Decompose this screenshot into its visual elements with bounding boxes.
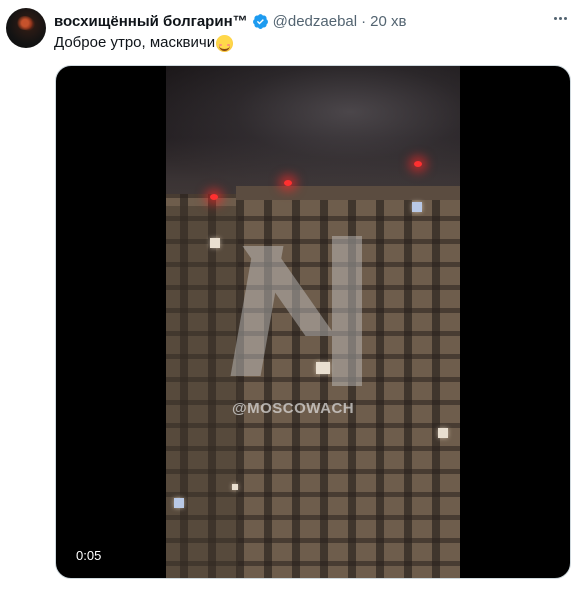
- watermark-logo-icon: [230, 236, 376, 396]
- video-watermark: @MOSCOWACH: [232, 400, 355, 417]
- red-light: [210, 194, 218, 200]
- verified-badge-icon: [252, 13, 269, 30]
- smoke: [166, 66, 460, 196]
- video-player[interactable]: @MOSCOWACH 0:05: [55, 65, 571, 579]
- lit-window: [232, 484, 238, 490]
- red-light: [284, 180, 292, 186]
- separator-dot: ·: [361, 12, 367, 30]
- tweet-text: Доброе утро, масквичи: [54, 33, 234, 53]
- lit-window: [438, 428, 448, 438]
- dot: [563, 16, 567, 20]
- dot: [553, 16, 557, 20]
- video-duration: 0:05: [70, 546, 108, 565]
- avatar[interactable]: [6, 8, 46, 48]
- tweet-header: восхищённый болгарин™ @dedzaebal · 20 хв: [54, 10, 406, 32]
- red-light: [414, 161, 422, 167]
- video-frame[interactable]: @MOSCOWACH: [166, 66, 460, 578]
- tweet-timestamp[interactable]: 20 хв: [370, 13, 406, 30]
- tweet[interactable]: восхищённый болгарин™ @dedzaebal · 20 хв…: [0, 0, 582, 594]
- building-roof: [236, 186, 460, 200]
- author-handle[interactable]: @dedzaebal: [273, 13, 357, 30]
- lit-window: [174, 498, 184, 508]
- more-options-icon[interactable]: [548, 8, 572, 28]
- tweet-text-content: Доброе утро, масквичи: [54, 34, 216, 51]
- author-name[interactable]: восхищённый болгарин™: [54, 13, 248, 30]
- lit-window: [412, 202, 422, 212]
- smiling-face-emoji-icon: [216, 34, 234, 52]
- lit-window: [210, 238, 220, 248]
- building-side: [166, 206, 238, 578]
- dot: [558, 16, 562, 20]
